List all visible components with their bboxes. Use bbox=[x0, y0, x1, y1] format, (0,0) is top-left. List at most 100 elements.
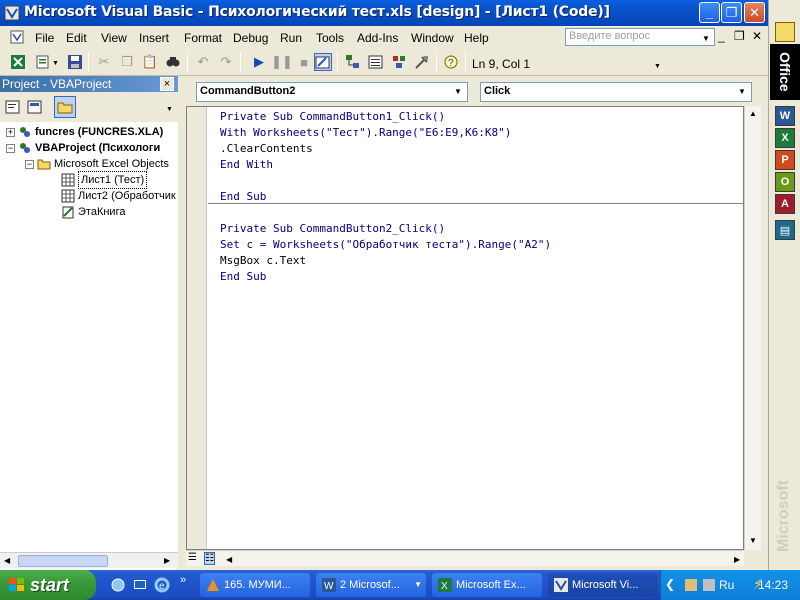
close-button[interactable]: ✕ bbox=[744, 2, 765, 23]
paste-icon[interactable]: 📋 bbox=[141, 53, 159, 71]
undo-icon[interactable]: ↶ bbox=[194, 53, 212, 71]
toolbar-options-icon[interactable]: ▼ bbox=[654, 63, 661, 70]
code-hscrollbar[interactable]: ☰ ☷ ◀ ▶ bbox=[186, 550, 744, 566]
tree-item-thisworkbook[interactable]: ЭтаКнига bbox=[58, 204, 125, 220]
ask-question-input[interactable]: Введите вопрос bbox=[565, 28, 715, 46]
properties-window-icon[interactable] bbox=[367, 53, 385, 71]
expand-icon[interactable]: + bbox=[6, 127, 15, 137]
view-excel-icon[interactable] bbox=[9, 53, 27, 71]
find-icon[interactable] bbox=[164, 53, 182, 71]
start-button[interactable]: start bbox=[0, 570, 96, 600]
taskbar-item-4[interactable]: Microsoft Vi... bbox=[548, 573, 658, 597]
scroll-left-icon[interactable]: ◀ bbox=[226, 555, 232, 564]
access-icon[interactable]: A bbox=[775, 194, 795, 214]
tray-expand-icon[interactable]: ❮ bbox=[665, 577, 675, 591]
menu-file[interactable]: File bbox=[35, 31, 54, 45]
cut-icon[interactable]: ✂ bbox=[95, 53, 113, 71]
tree-item-sheet2[interactable]: Лист2 (Обработчик bbox=[58, 188, 176, 204]
tree-item-vbaproject[interactable]: − VBAProject (Психологи bbox=[6, 140, 160, 156]
project-hscrollbar[interactable]: ◀ ▶ bbox=[0, 552, 178, 568]
mdi-close-button[interactable]: ✕ bbox=[752, 29, 762, 43]
folder-icon[interactable] bbox=[775, 22, 795, 42]
menu-addins[interactable]: Add-Ins bbox=[357, 31, 398, 45]
view-object-icon[interactable] bbox=[26, 98, 44, 116]
collapse-icon[interactable]: − bbox=[25, 159, 34, 169]
chevron-down-icon[interactable]: ▼ bbox=[451, 85, 465, 99]
view-code-icon[interactable] bbox=[4, 98, 22, 116]
language-indicator[interactable]: Ru bbox=[719, 578, 734, 592]
vb-doc-icon[interactable] bbox=[10, 30, 24, 44]
scroll-right-icon[interactable]: ▶ bbox=[164, 556, 170, 565]
object-browser-icon[interactable] bbox=[390, 53, 408, 71]
code-editor[interactable]: Private Sub CommandButton1_Click() With … bbox=[186, 106, 744, 550]
menu-window[interactable]: Window bbox=[411, 31, 454, 45]
code-line[interactable]: End With bbox=[220, 158, 273, 171]
chevron-down-icon[interactable]: ▼ bbox=[735, 85, 749, 99]
code-line[interactable]: Set c = Worksheets("Обработчик теста").R… bbox=[220, 238, 551, 251]
tree-item-sheet1[interactable]: Лист1 (Тест) bbox=[58, 171, 148, 189]
minimize-button[interactable]: _ bbox=[699, 2, 720, 23]
copy-icon[interactable]: ❐ bbox=[118, 53, 136, 71]
ask-dropdown-icon[interactable]: ▼ bbox=[702, 34, 710, 43]
restore-button[interactable]: ❐ bbox=[721, 2, 742, 23]
taskbar-item-2[interactable]: W 2 Microsof... ▼ bbox=[316, 573, 426, 597]
save-icon[interactable] bbox=[66, 53, 84, 71]
vb-app-icon[interactable] bbox=[4, 5, 20, 21]
collapse-icon[interactable]: − bbox=[6, 143, 15, 153]
full-module-view-icon[interactable]: ☷ bbox=[204, 552, 215, 565]
tree-item-funcres[interactable]: + funcres (FUNCRES.XLA) bbox=[6, 124, 163, 140]
code-line[interactable]: End Sub bbox=[220, 190, 266, 203]
tray-icon-2[interactable] bbox=[701, 577, 717, 593]
menu-debug[interactable]: Debug bbox=[233, 31, 268, 45]
help-assistant-icon[interactable]: ? bbox=[442, 53, 460, 71]
run-icon[interactable]: ▶ bbox=[250, 53, 268, 71]
project-explorer-icon[interactable] bbox=[344, 53, 362, 71]
procedure-view-icon[interactable]: ☰ bbox=[188, 552, 197, 563]
procedure-combobox[interactable]: Click ▼ bbox=[480, 82, 752, 102]
mdi-minimize-button[interactable]: _ bbox=[718, 29, 725, 43]
code-vscrollbar[interactable]: ▲ ▼ bbox=[744, 106, 761, 550]
code-line[interactable]: .ClearContents bbox=[220, 142, 313, 155]
quicklaunch-explorer-icon[interactable] bbox=[110, 577, 126, 593]
word-icon[interactable]: W bbox=[775, 106, 795, 126]
scroll-right-icon[interactable]: ▶ bbox=[734, 555, 740, 564]
scroll-down-icon[interactable]: ▼ bbox=[749, 536, 757, 545]
menu-edit[interactable]: Edit bbox=[66, 31, 87, 45]
design-mode-icon[interactable] bbox=[314, 53, 332, 71]
scroll-up-icon[interactable]: ▲ bbox=[749, 109, 757, 118]
powerpoint-icon[interactable]: P bbox=[775, 150, 795, 170]
toolbox-icon[interactable] bbox=[413, 53, 431, 71]
break-icon[interactable]: ❚❚ bbox=[271, 53, 293, 71]
menu-insert[interactable]: Insert bbox=[139, 31, 169, 45]
code-line[interactable]: With Worksheets("Тест").Range("E6:E9,K6:… bbox=[220, 126, 511, 139]
office-tool-icon[interactable]: ▤ bbox=[775, 220, 795, 240]
object-combobox[interactable]: CommandButton2 ▼ bbox=[196, 82, 468, 102]
toggle-folders-icon[interactable] bbox=[54, 96, 76, 118]
outlook-icon[interactable]: O bbox=[775, 172, 795, 192]
taskbar-item-3[interactable]: X Microsoft Ex... bbox=[432, 573, 542, 597]
menu-tools[interactable]: Tools bbox=[316, 31, 344, 45]
insert-dropdown-icon[interactable]: ▼ bbox=[52, 60, 59, 67]
project-close-button[interactable]: × bbox=[160, 77, 174, 91]
quicklaunch-desktop-icon[interactable] bbox=[132, 577, 148, 593]
group-dropdown-icon[interactable]: ▼ bbox=[414, 573, 422, 597]
menu-view[interactable]: View bbox=[101, 31, 127, 45]
menu-run[interactable]: Run bbox=[280, 31, 302, 45]
quicklaunch-ie-icon[interactable]: e bbox=[154, 577, 170, 593]
quicklaunch-more-icon[interactable]: » bbox=[180, 574, 186, 586]
scroll-thumb[interactable] bbox=[18, 555, 108, 567]
tree-item-excel-objects[interactable]: − Microsoft Excel Objects bbox=[25, 156, 169, 172]
code-line[interactable]: Private Sub CommandButton1_Click() bbox=[220, 110, 445, 123]
scroll-left-icon[interactable]: ◀ bbox=[4, 556, 10, 565]
reset-icon[interactable]: ■ bbox=[295, 53, 313, 71]
menu-help[interactable]: Help bbox=[464, 31, 489, 45]
tray-icon-1[interactable] bbox=[683, 577, 699, 593]
excel-icon[interactable]: X bbox=[775, 128, 795, 148]
project-toolbar-dropdown-icon[interactable]: ▼ bbox=[166, 106, 173, 113]
clock[interactable]: 14:23 bbox=[758, 578, 788, 592]
menu-format[interactable]: Format bbox=[184, 31, 222, 45]
code-line[interactable]: MsgBox c.Text bbox=[220, 254, 306, 267]
taskbar-item-1[interactable]: 165. МУМИ... bbox=[200, 573, 310, 597]
code-line[interactable]: End Sub bbox=[220, 270, 266, 283]
redo-icon[interactable]: ↷ bbox=[217, 53, 235, 71]
